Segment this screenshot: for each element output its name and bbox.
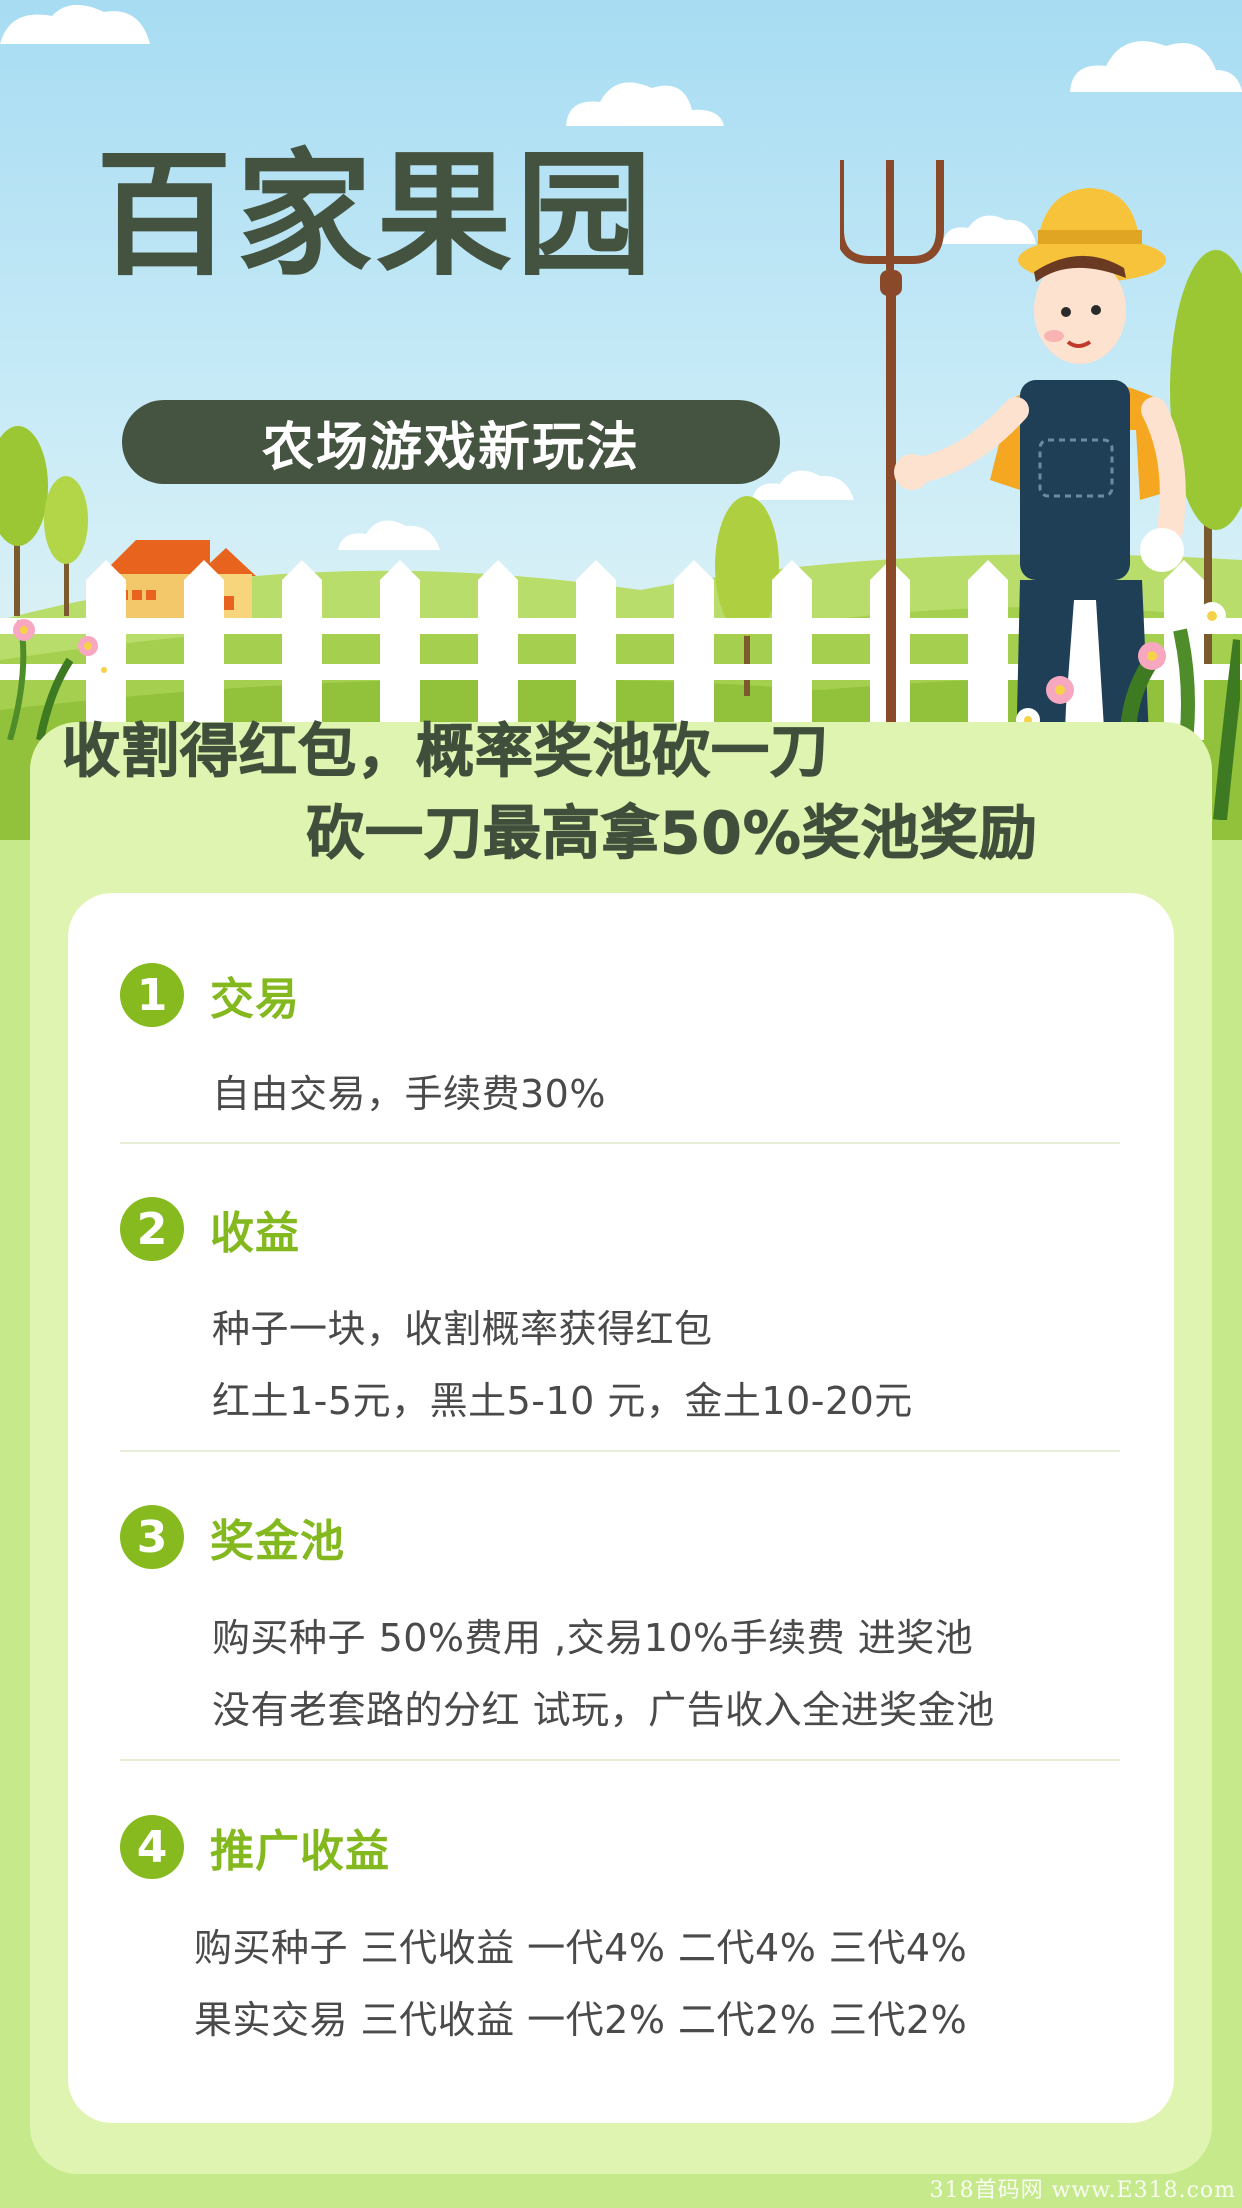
slogan-line-1: 收割得红包，概率奖池砍一刀 bbox=[61, 717, 830, 785]
slogan-line-2: 砍一刀最高拿50%奖池奖励 bbox=[306, 799, 1038, 867]
page-title: 百家果园 bbox=[96, 137, 656, 295]
section-line: 果实交易 三代收益 一代2% 二代2% 三代2% bbox=[194, 1998, 968, 2042]
section-header: 1 交易 bbox=[120, 963, 300, 1027]
number-badge: 2 bbox=[120, 1197, 184, 1261]
cloud-icon bbox=[0, 4, 150, 44]
section-line: 自由交易，手续费30% bbox=[212, 1072, 606, 1116]
divider bbox=[120, 1142, 1120, 1144]
section-line: 没有老套路的分红 试玩，广告收入全进奖金池 bbox=[212, 1688, 995, 1732]
cloud-icon bbox=[1070, 41, 1242, 92]
watermark: 318首码网 www.E318.com bbox=[929, 2178, 1236, 2203]
section-line: 购买种子 50%费用 ,交易10%手续费 进奖池 bbox=[212, 1616, 974, 1660]
scene: 百家果园 农场游戏新玩法 收割得红包，概率奖池砍一刀 砍一刀最高拿50%奖池奖励… bbox=[0, 0, 1242, 2208]
divider bbox=[120, 1450, 1120, 1452]
subtitle-text: 农场游戏新玩法 bbox=[261, 417, 640, 478]
section-title: 交易 bbox=[210, 974, 300, 1025]
subtitle-pill: 农场游戏新玩法 bbox=[122, 400, 780, 484]
section-line: 红土1-5元，黑土5-10 元，金土10-20元 bbox=[212, 1379, 913, 1423]
cloud-icon bbox=[566, 82, 724, 126]
divider bbox=[120, 1759, 1120, 1761]
section-title: 奖金池 bbox=[210, 1516, 345, 1567]
section-header: 2 收益 bbox=[120, 1197, 300, 1261]
number-badge: 3 bbox=[120, 1505, 184, 1569]
farmer-illustration bbox=[840, 160, 1240, 820]
section-header: 4 推广收益 bbox=[120, 1815, 390, 1879]
section-title: 推广收益 bbox=[210, 1826, 390, 1877]
section-line: 购买种子 三代收益 一代4% 二代4% 三代4% bbox=[194, 1926, 968, 1970]
info-card: 1 交易 自由交易，手续费30% 2 收益 种子一块，收割概率获得红包 红土1-… bbox=[68, 893, 1174, 2123]
section-line: 种子一块，收割概率获得红包 bbox=[212, 1307, 713, 1351]
number-badge: 1 bbox=[120, 963, 184, 1027]
section-title: 收益 bbox=[210, 1208, 300, 1259]
number-badge: 4 bbox=[120, 1815, 184, 1879]
section-header: 3 奖金池 bbox=[120, 1505, 345, 1569]
